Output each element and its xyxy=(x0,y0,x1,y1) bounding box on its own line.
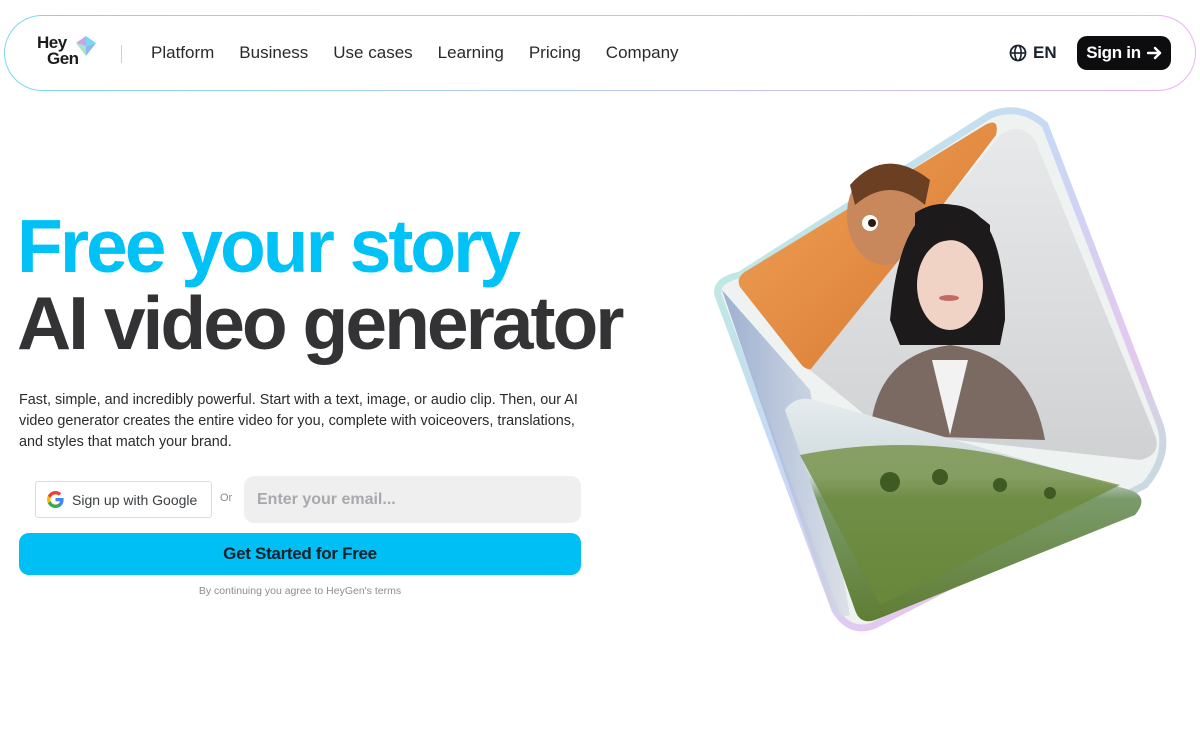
heygen-logo[interactable]: Hey Gen xyxy=(37,34,99,71)
nav-divider xyxy=(121,45,122,63)
get-started-button[interactable]: Get Started for Free xyxy=(19,533,581,575)
top-navigation-bar: Hey Gen Platform Business Use cases Lear… xyxy=(4,15,1196,91)
menu-item-pricing[interactable]: Pricing xyxy=(529,41,581,65)
menu-item-learning[interactable]: Learning xyxy=(438,41,504,65)
menu-item-company[interactable]: Company xyxy=(606,41,679,65)
logo-gem-icon xyxy=(76,36,96,56)
get-started-label: Get Started for Free xyxy=(223,544,377,563)
sign-in-button[interactable]: Sign in xyxy=(1077,36,1171,70)
menu-item-use-cases[interactable]: Use cases xyxy=(333,41,412,65)
logo-wordmark: Hey Gen xyxy=(37,34,79,68)
logo-text-gen: Gen xyxy=(47,49,79,68)
menu-item-business[interactable]: Business xyxy=(239,41,308,65)
language-label: EN xyxy=(1033,43,1057,62)
arrow-right-icon xyxy=(1146,46,1161,60)
language-selector[interactable]: EN xyxy=(1009,41,1057,65)
google-signup-label: Sign up with Google xyxy=(72,491,198,508)
main-menu: Platform Business Use cases Learning Pri… xyxy=(151,41,704,65)
hero-description: Fast, simple, and incredibly powerful. S… xyxy=(19,392,578,450)
terms-notice: By continuing you agree to HeyGen's term… xyxy=(198,585,402,597)
sign-in-label: Sign in xyxy=(1086,43,1141,62)
hero-cube-illustration xyxy=(714,107,1167,632)
menu-item-platform[interactable]: Platform xyxy=(151,41,214,65)
google-g-icon xyxy=(47,491,64,508)
or-separator: Or xyxy=(220,492,233,504)
headline-primary: Free your story xyxy=(17,204,521,288)
globe-icon xyxy=(1009,44,1027,62)
email-input[interactable] xyxy=(244,476,581,523)
headline-secondary: AI video generator xyxy=(17,281,624,365)
google-signup-button[interactable]: Sign up with Google xyxy=(35,481,212,518)
